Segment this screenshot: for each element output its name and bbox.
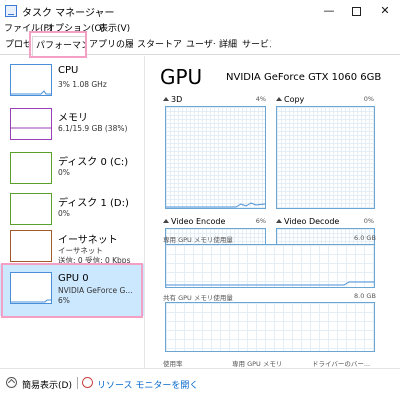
shared-memory-graph [165, 302, 375, 352]
tab-users[interactable]: ユーザー [183, 38, 215, 54]
resource-detail: 0% [58, 168, 70, 177]
engine-3d-graph [165, 106, 266, 209]
cpu-sparkline [11, 90, 51, 95]
chevron-down-icon [276, 97, 282, 101]
chevron-up-icon[interactable] [6, 377, 17, 388]
fewer-details-link[interactable]: 簡易表示(D) [22, 378, 72, 391]
shared-memory-max: 8.0 GB [354, 292, 376, 300]
engine-copy-graph [276, 106, 375, 209]
disk0-thumbnail [10, 152, 52, 184]
maximize-button[interactable] [345, 2, 367, 20]
resource-name: ディスク 0 (C:) [58, 157, 129, 168]
dedicated-memory-graph [165, 244, 375, 288]
engine-3d-label[interactable]: 3D [163, 95, 182, 104]
resource-name: イーサネット [58, 235, 118, 246]
minimize-button[interactable]: — [318, 2, 340, 20]
gpu-detail-panel: GPU NVIDIA GeForce GTX 1060 6GB 3D 4% Co… [146, 56, 400, 368]
resource-detail: 3% 1.08 GHz [58, 80, 107, 89]
engine-video-decode-label[interactable]: Video Decode [276, 217, 339, 226]
close-button[interactable]: ✕ [374, 2, 396, 20]
status-bar: 簡易表示(D) リソース モニターを開く [0, 368, 400, 400]
memory-sparkline [11, 127, 51, 129]
dedicated-memory-max: 6.0 GB [354, 234, 376, 242]
engine-copy-percent: 0% [363, 95, 374, 103]
tab-details[interactable]: 詳細 [216, 38, 238, 54]
tab-startup[interactable]: スタートアップ [134, 38, 181, 54]
ethernet-thumbnail [10, 230, 52, 262]
memory-thumbnail [10, 108, 52, 140]
resource-detail: 6.1/15.9 GB (38%) [58, 124, 128, 133]
gpu-model-name: NVIDIA GeForce GTX 1060 6GB [226, 72, 382, 83]
resource-name: CPU [58, 65, 79, 76]
dedicated-gpu-memory-label: 専用 GPU メモリ [232, 360, 283, 368]
engine-copy-label[interactable]: Copy [276, 95, 304, 104]
task-manager-icon [5, 5, 17, 17]
tab-processes[interactable]: プロセス [2, 38, 32, 54]
utilization-label: 使用率 [163, 360, 183, 368]
chevron-down-icon [163, 97, 169, 101]
divider [77, 377, 78, 389]
engine-3d-percent: 4% [255, 95, 266, 103]
disk1-thumbnail [10, 193, 52, 225]
maximize-icon [351, 6, 361, 16]
resource-name: メモリ [58, 113, 88, 124]
window-title: タスク マネージャー [22, 8, 115, 19]
cpu-thumbnail [10, 64, 52, 96]
engine-3d-line [166, 202, 266, 208]
title-bar: タスク マネージャー — ✕ [0, 0, 400, 22]
chevron-down-icon [276, 219, 282, 223]
tab-services[interactable]: サービス [239, 38, 271, 54]
page-title: GPU [160, 65, 203, 89]
engine-video-encode-label[interactable]: Video Encode [163, 217, 225, 226]
menu-view[interactable]: 表示(V) [99, 22, 130, 36]
shared-memory-label: 共有 GPU メモリ使用量 [163, 294, 233, 302]
resource-name: ディスク 1 (D:) [58, 198, 129, 209]
gpu-highlight-box [1, 263, 143, 318]
resource-monitor-icon [82, 377, 93, 388]
driver-version-label: ドライバーのバー... [312, 360, 371, 368]
engine-video-encode-percent: 6% [255, 217, 266, 225]
chevron-down-icon [163, 219, 169, 223]
dedicated-memory-line [166, 281, 374, 286]
engine-video-decode-percent: 0% [363, 217, 374, 225]
resource-sidebar: CPU 3% 1.08 GHz メモリ 6.1/15.9 GB (38%) ディ… [0, 56, 145, 368]
tab-highlight-box [29, 31, 87, 58]
resource-detail: 0% [58, 209, 70, 218]
tab-app-history[interactable]: アプリの履歴 [86, 38, 133, 54]
resource-monitor-link[interactable]: リソース モニターを開く [97, 378, 198, 391]
dedicated-memory-label: 専用 GPU メモリ使用量 [163, 236, 233, 244]
